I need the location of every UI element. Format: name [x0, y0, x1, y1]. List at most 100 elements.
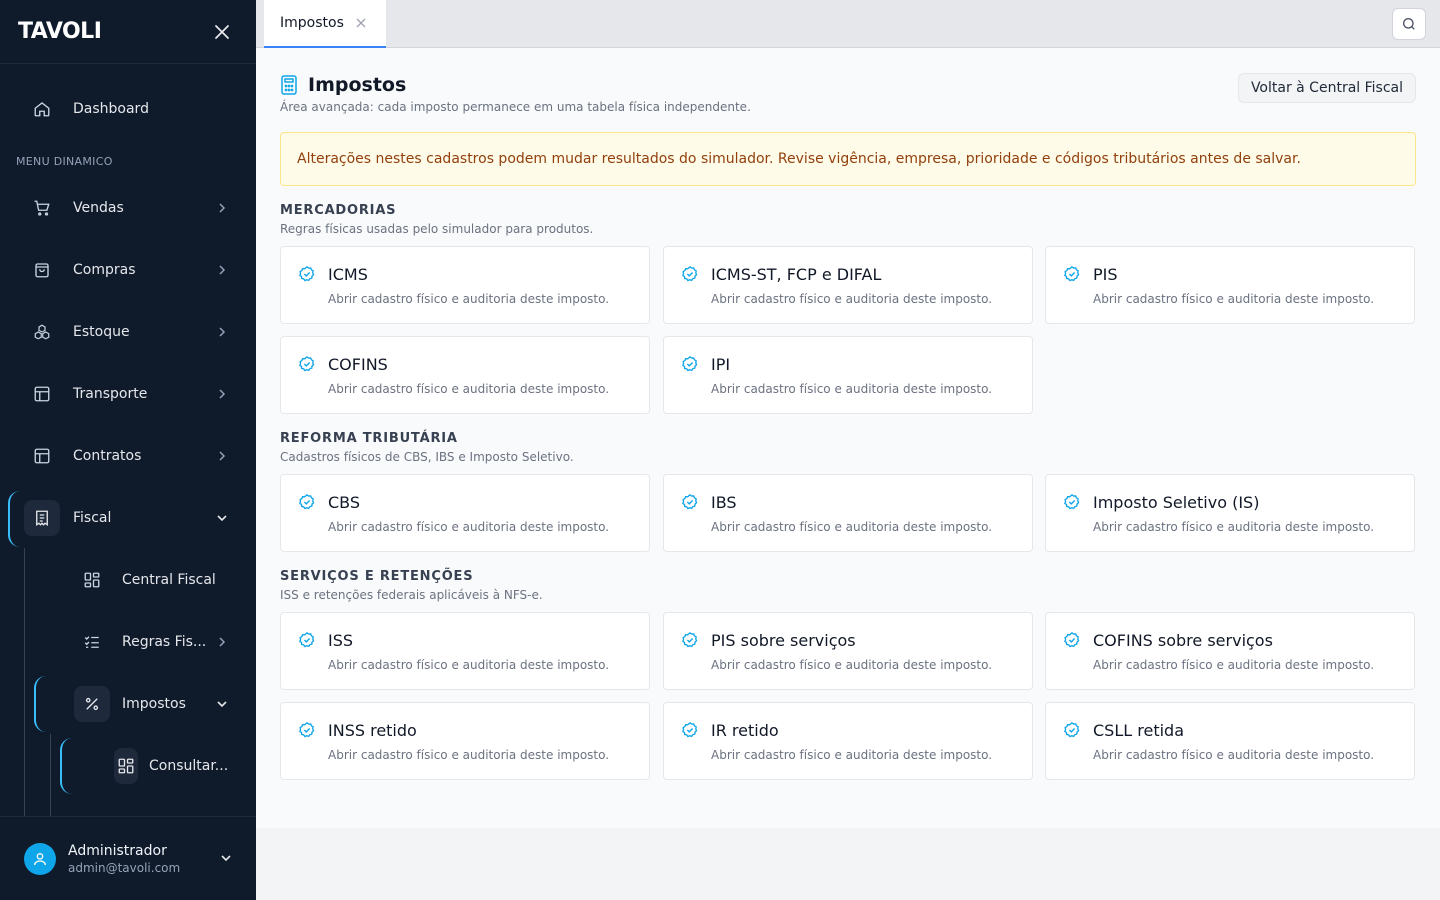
badge-check-icon: [298, 355, 316, 373]
tax-card-description: Abrir cadastro físico e auditoria deste …: [711, 382, 993, 396]
user-icon: [34, 852, 46, 865]
tax-card-title: PIS: [1093, 265, 1118, 284]
badge-check-icon: [681, 631, 699, 649]
sidebar-item-estoque[interactable]: Estoque: [0, 308, 256, 356]
tax-card-title: COFINS: [328, 355, 388, 374]
tax-card-title: ISS: [328, 631, 354, 650]
layout-icon: [30, 382, 54, 406]
close-sidebar-button[interactable]: [212, 22, 232, 42]
close-icon: [215, 24, 229, 39]
boxes-icon: [30, 320, 54, 344]
user-menu[interactable]: Administrador admin@tavoli.com: [0, 816, 256, 900]
tax-card[interactable]: COFINS Abrir cadastro físico e auditoria …: [280, 336, 650, 414]
tax-card[interactable]: ICMS-ST, FCP e DIFAL Abrir cadastro físic…: [663, 246, 1033, 324]
page-subtitle: Área avançada: cada imposto permanece em…: [280, 100, 751, 114]
chevron-down-icon[interactable]: [220, 849, 232, 868]
chevron-right-icon: [216, 202, 228, 214]
percent-icon: [80, 692, 104, 716]
user-name: Administrador: [68, 842, 167, 859]
badge-check-icon: [681, 355, 699, 373]
back-to-central-fiscal-button[interactable]: Voltar à Central Fiscal: [1237, 73, 1416, 103]
badge-check-icon: [681, 721, 699, 739]
list-check-icon: [80, 630, 104, 654]
sidebar-item-contratos[interactable]: Contratos: [0, 432, 256, 480]
tax-card-title: IR retido: [711, 721, 779, 740]
tax-card-title: COFINS sobre serviços: [1093, 631, 1273, 650]
section-subtitle: Regras físicas usadas pelo simulador par…: [280, 222, 594, 236]
sidebar-item-central-fiscal[interactable]: Central Fiscal: [0, 556, 256, 604]
tax-card-description: Abrir cadastro físico e auditoria deste …: [328, 748, 610, 762]
tax-card[interactable]: IPI Abrir cadastro físico e auditoria des…: [663, 336, 1033, 414]
chevron-right-icon: [216, 450, 228, 462]
sidebar-item-fiscal[interactable]: Fiscal: [0, 494, 256, 542]
sidebar-item-transporte[interactable]: Transporte: [0, 370, 256, 418]
sidebar-item-impostos[interactable]: Impostos: [0, 680, 256, 728]
cart-icon: [30, 196, 54, 220]
section-title: MERCADORIAS: [280, 203, 397, 218]
section-subtitle: ISS e retenções federais aplicáveis à NF…: [280, 588, 543, 602]
sidebar-item-label: Fiscal: [73, 510, 112, 526]
tab-label: Impostos: [280, 15, 344, 31]
page-header: Impostos Área avançada: cada imposto per…: [280, 74, 751, 114]
sidebar-item-compras[interactable]: Compras: [0, 246, 256, 294]
tax-card[interactable]: ICMS Abrir cadastro físico e auditoria de…: [280, 246, 650, 324]
tax-card-description: Abrir cadastro físico e auditoria deste …: [328, 658, 610, 672]
tax-card[interactable]: CBS Abrir cadastro físico e auditoria des…: [280, 474, 650, 552]
layout-icon: [30, 444, 54, 468]
sidebar-item-vendas[interactable]: Vendas: [0, 184, 256, 232]
tax-card-description: Abrir cadastro físico e auditoria deste …: [1093, 658, 1375, 672]
badge-check-icon: [298, 493, 316, 511]
tax-card[interactable]: IR retido Abrir cadastro físico e auditor…: [663, 702, 1033, 780]
sidebar-item-label: Estoque: [73, 324, 130, 340]
tax-card-title: Imposto Seletivo (IS): [1093, 493, 1260, 512]
sidebar-item-label: Dashboard: [73, 101, 149, 117]
sidebar-nav: Dashboard MENU DINAMICO Vendas Compras E…: [0, 64, 256, 816]
tax-card[interactable]: PIS Abrir cadastro físico e auditoria des…: [1045, 246, 1415, 324]
tax-card-title: IPI: [711, 355, 731, 374]
grid-icon: [114, 754, 138, 778]
section-title: SERVIÇOS E RETENÇÕES: [280, 569, 474, 584]
tax-card-title: PIS sobre serviços: [711, 631, 856, 650]
badge-check-icon: [1063, 721, 1081, 739]
tax-card-description: Abrir cadastro físico e auditoria deste …: [328, 292, 610, 306]
tax-card[interactable]: ISS Abrir cadastro físico e auditoria des…: [280, 612, 650, 690]
sidebar-item-label: Compras: [73, 262, 136, 278]
tax-card[interactable]: INSS retido Abrir cadastro físico e audit…: [280, 702, 650, 780]
tax-card[interactable]: IBS Abrir cadastro físico e auditoria des…: [663, 474, 1033, 552]
chevron-right-icon: [216, 388, 228, 400]
sidebar-item-label: Central Fiscal: [122, 572, 216, 588]
sidebar-item-label: Consultar...: [149, 758, 229, 774]
badge-check-icon: [1063, 265, 1081, 283]
sidebar-item-dashboard[interactable]: Dashboard: [0, 85, 256, 133]
tab-bar: Impostos: [256, 0, 1440, 48]
tax-card-title: CBS: [328, 493, 361, 512]
badge-check-icon: [1063, 493, 1081, 511]
sidebar-item-label: Regras Fis...: [122, 634, 207, 650]
chevron-down-icon: [216, 698, 228, 710]
tax-card[interactable]: CSLL retida Abrir cadastro físico e audit…: [1045, 702, 1415, 780]
tab-close-button[interactable]: [354, 16, 368, 30]
close-icon: [356, 18, 366, 28]
badge-check-icon: [1063, 631, 1081, 649]
tax-card-description: Abrir cadastro físico e auditoria deste …: [328, 520, 610, 534]
calculator-icon: [281, 75, 297, 95]
tax-card[interactable]: COFINS sobre serviços Abrir cadastro físi…: [1045, 612, 1415, 690]
tax-card[interactable]: Imposto Seletivo (IS) Abrir cadastro físi…: [1045, 474, 1415, 552]
search-icon: [1403, 18, 1415, 30]
tab-impostos[interactable]: Impostos: [264, 0, 386, 48]
chevron-right-icon: [216, 264, 228, 276]
tax-card[interactable]: PIS sobre serviços Abrir cadastro físico …: [663, 612, 1033, 690]
badge-check-icon: [298, 721, 316, 739]
chevron-right-icon: [216, 326, 228, 338]
sidebar-item-label: Contratos: [73, 448, 142, 464]
tax-card-description: Abrir cadastro físico e auditoria deste …: [711, 292, 993, 306]
tax-card-title: ICMS-ST, FCP e DIFAL: [711, 265, 882, 284]
search-button[interactable]: [1392, 8, 1426, 40]
sidebar-item-regras-fiscais[interactable]: Regras Fis...: [0, 618, 256, 666]
sidebar-item-consultar[interactable]: Consultar...: [0, 742, 256, 790]
tax-card-description: Abrir cadastro físico e auditoria deste …: [328, 382, 610, 396]
tax-card-title: ICMS: [328, 265, 368, 284]
section-title: REFORMA TRIBUTÁRIA: [280, 431, 458, 446]
receipt-icon: [30, 506, 54, 530]
brand-logo: TAVOLI: [18, 19, 102, 44]
